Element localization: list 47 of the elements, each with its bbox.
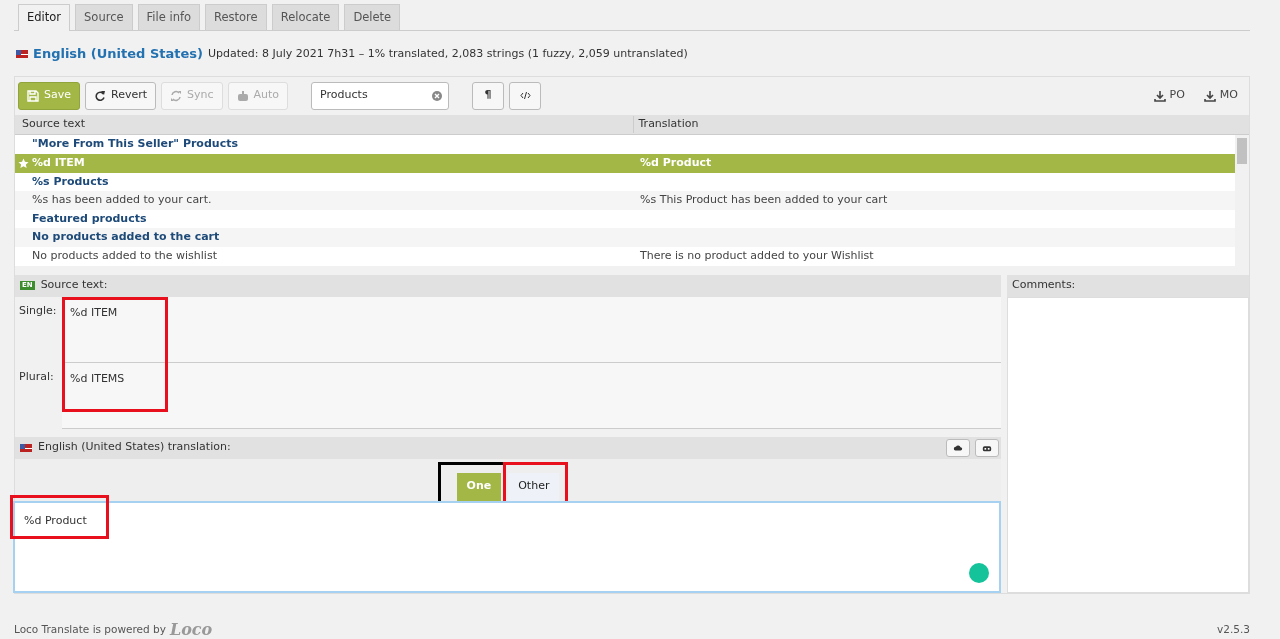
table-row[interactable]: No products added to the wishlist There is no product added to your Wishlist [15, 246, 1235, 266]
download-icon [1153, 89, 1166, 102]
version-label: v2.5.3 [1217, 621, 1250, 637]
code-view-toggle[interactable] [509, 81, 542, 110]
tab[interactable]: File info [137, 4, 200, 30]
flag-icon [20, 443, 32, 452]
tab[interactable]: Relocate [271, 4, 340, 30]
tab[interactable]: Restore [205, 4, 267, 30]
download-link[interactable]: PO [1153, 87, 1185, 104]
flag-icon [16, 49, 28, 58]
column-header: Source text [21, 116, 86, 133]
revert-button[interactable]: Revert [85, 81, 157, 110]
save-icon [27, 89, 39, 102]
tab[interactable]: Delete [344, 4, 401, 30]
table-row[interactable]: Featured products [15, 209, 1235, 229]
column-header: Translation [632, 116, 1249, 133]
table-row[interactable]: %s Products [15, 172, 1235, 192]
tab[interactable]: Source [75, 4, 133, 30]
tab[interactable]: Editor [18, 4, 71, 31]
table-row[interactable]: "More From This Seller" Products [15, 135, 1235, 154]
language-link[interactable]: English (United States) [33, 44, 203, 64]
logo: Loco [169, 618, 213, 639]
plural-tab[interactable]: Other [508, 472, 560, 501]
grammar-check-icon[interactable] [969, 562, 989, 583]
credit-text: Loco Translate is powered by [14, 621, 166, 637]
code-icon [519, 91, 531, 100]
source-text-box: %d ITEMS [62, 362, 1001, 429]
panel-header: Comments: [1007, 274, 1249, 297]
cloud-icon [953, 442, 963, 453]
robot-icon [236, 89, 249, 102]
form-label: Single: [18, 302, 58, 319]
clear-icon[interactable] [432, 90, 443, 101]
table-row[interactable]: %s has been added to your cart. %s This Product has been added to your cart [15, 191, 1235, 210]
cloud-button[interactable] [946, 438, 970, 457]
undo-icon [94, 89, 106, 102]
download-link[interactable]: MO [1203, 87, 1238, 104]
download-icon [1203, 89, 1216, 102]
table-row[interactable]: No products added to the cart [15, 228, 1235, 247]
source-text-box: %d ITEM [62, 296, 1001, 363]
scrollbar[interactable] [1235, 135, 1249, 266]
search-field[interactable]: Products [311, 81, 450, 110]
invisibles-toggle[interactable]: ¶ [472, 81, 505, 110]
panel-header: English (United States) translation: [15, 436, 1001, 459]
update-summary: Updated: 8 July 2021 7h31 – 1% translated, 2,083 strings (1 fuzzy, 2,059 untranslated) [208, 45, 688, 62]
robot-button[interactable] [975, 438, 999, 457]
refresh-icon [170, 89, 183, 102]
form-label: Plural: [18, 368, 55, 385]
